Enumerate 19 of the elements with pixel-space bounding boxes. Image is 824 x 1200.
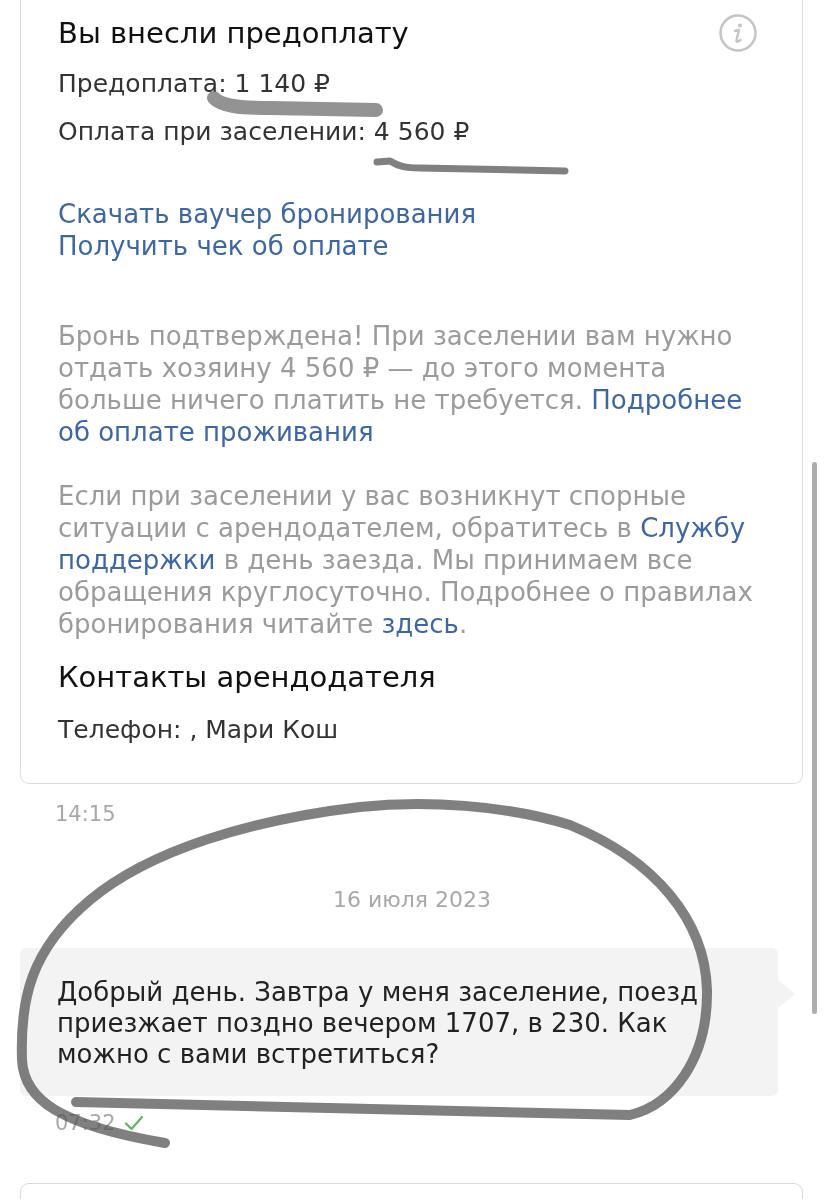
info-paragraph: Если при заселении у вас возникнут спорные ситуации с арендодателем, обратитесь в Службу поддержки в день заезда. Мы принимаем все обращения круглосуточно. Подробнее о правилах бронирования читайте здесь. xyxy=(58,480,753,640)
message-input-field[interactable] xyxy=(20,1183,803,1199)
message-time: 14:15 xyxy=(55,801,116,828)
inline-link[interactable]: Службу xyxy=(640,513,746,543)
inline-link[interactable]: здесь xyxy=(381,609,459,639)
document-link[interactable]: Скачать ваучер бронирования xyxy=(58,198,477,230)
info-icon[interactable] xyxy=(719,14,757,52)
date-separator: 16 июля 2023 xyxy=(332,886,492,914)
message-bubble: Добрый день. Завтра у меня заселение, поезд приезжает поздно вечером 1707, в 230. Как можно с вами встретиться? xyxy=(20,948,795,1096)
payment-amount: Оплата при заселении: 4 560 ₽ xyxy=(58,116,470,148)
card-title: Вы внесли предоплату xyxy=(58,15,409,52)
inline-link[interactable]: Подробнее xyxy=(591,385,743,415)
inline-link[interactable]: об оплате проживания xyxy=(58,417,374,447)
info-paragraph: Бронь подтверждена! При заселении вам нужно отдать хозяину 4 560 ₽ — до этого момента больше ничего платить не требуется. Подробнее об оплате проживания xyxy=(58,320,743,448)
document-link[interactable]: Получить чек об оплате xyxy=(58,230,389,262)
contacts-heading: Контакты арендодателя xyxy=(58,659,436,695)
contact-phone: Телефон: , Мари Кош xyxy=(58,714,339,746)
payment-amount: Предоплата: 1 140 ₽ xyxy=(58,68,330,100)
inline-link[interactable]: поддержки xyxy=(58,545,216,575)
